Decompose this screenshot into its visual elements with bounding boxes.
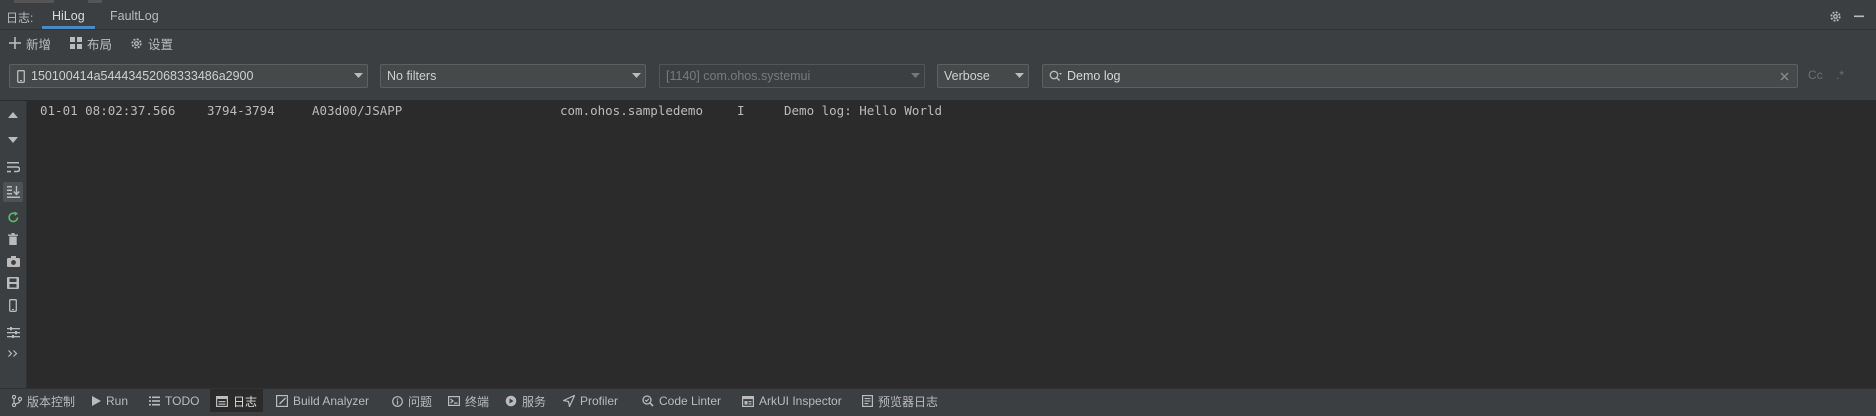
bottom-strip	[0, 412, 1876, 416]
device-icon[interactable]	[3, 295, 23, 315]
filter-select[interactable]: No filters	[380, 64, 646, 88]
list-icon	[149, 396, 160, 406]
bottom-tab-profiler[interactable]: Profiler	[557, 389, 624, 413]
log-tabs-bar: 日志: HiLog FaultLog	[0, 3, 1876, 30]
log-tag: A03d00/JSAPP	[312, 103, 403, 118]
search-icon	[1043, 70, 1063, 82]
bottom-tab-label: 版本控制	[27, 394, 76, 409]
log-output: 01-01 08:02:37.566 3794-3794 A03d00/JSAP…	[27, 101, 1876, 388]
device-select[interactable]: 150100414a54443452068333486a2900	[9, 64, 368, 88]
log-toolbar: 新增 布局 设置	[0, 30, 1876, 56]
save-icon[interactable]	[3, 273, 23, 293]
bottom-tab-build-analyzer[interactable]: Build Analyzer	[270, 389, 375, 413]
log-level-select[interactable]: Verbose	[937, 64, 1029, 88]
log-side-toolbar	[0, 101, 27, 388]
tab-faultlog[interactable]: FaultLog	[98, 3, 171, 29]
run-icon	[92, 396, 101, 406]
log-search-box	[1042, 64, 1798, 88]
log-time: 01-01 08:02:37.566	[40, 103, 176, 118]
layout-button[interactable]: 布局	[70, 33, 112, 53]
code-linter-icon	[642, 395, 654, 407]
bottom-tab-version-control[interactable]: 版本控制	[6, 389, 81, 413]
camera-icon[interactable]	[3, 251, 23, 271]
scroll-to-end-icon[interactable]	[3, 182, 23, 202]
match-case-toggle[interactable]: Cc	[1808, 68, 1823, 82]
bottom-tab-previewer-log[interactable]: 预览器日志	[856, 389, 944, 413]
bottom-tab-label: Build Analyzer	[293, 394, 370, 408]
bottom-tab-label: 日志	[233, 394, 258, 409]
filter-settings-icon[interactable]	[3, 322, 23, 342]
soft-wrap-icon[interactable]	[3, 157, 23, 177]
log-level: I	[737, 103, 745, 118]
process-select[interactable]: [1140] com.ohos.systemui	[659, 64, 925, 88]
plus-icon	[9, 37, 21, 49]
expand-more-icon[interactable]	[3, 343, 23, 363]
log-message: Demo log: Hello World	[784, 103, 943, 118]
log-icon	[216, 395, 228, 407]
build-analyzer-icon	[276, 395, 288, 407]
bottom-tab-label: Profiler	[580, 394, 619, 408]
log-tabs-label: 日志:	[6, 11, 34, 25]
bottom-tab-log[interactable]: 日志	[210, 389, 264, 413]
settings-button-label: 设置	[148, 37, 174, 52]
settings-button[interactable]: 设置	[130, 33, 173, 53]
trash-icon[interactable]	[3, 229, 23, 249]
gear-icon	[131, 37, 142, 49]
bottom-tab-label: TODO	[165, 394, 200, 408]
new-button-label: 新增	[26, 37, 52, 52]
bottom-tab-problems[interactable]: 问题	[386, 389, 438, 413]
tab-hilog[interactable]: HiLog	[40, 3, 97, 29]
chevron-down-icon	[349, 73, 367, 79]
services-icon	[505, 395, 517, 407]
search-input[interactable]	[1063, 69, 1780, 83]
bottom-tab-label: Code Linter	[659, 394, 722, 408]
bottom-tab-todo[interactable]: TODO	[143, 389, 205, 413]
gear-icon[interactable]	[1827, 8, 1843, 24]
bottom-tab-label: 问题	[408, 394, 433, 409]
process-select-value: [1140] com.ohos.systemui	[666, 69, 811, 83]
preview-log-icon	[862, 395, 873, 407]
branch-icon	[12, 395, 22, 407]
bottom-tab-services[interactable]: 服务	[499, 389, 552, 413]
profiler-icon	[563, 395, 575, 407]
info-icon	[392, 395, 403, 407]
grid-icon	[70, 37, 82, 49]
bottom-tab-label: Run	[106, 394, 129, 408]
device-select-value: 150100414a54443452068333486a2900	[31, 69, 254, 83]
chevron-down-icon	[906, 73, 924, 79]
terminal-icon	[448, 396, 460, 406]
bottom-tab-arkui-inspector[interactable]: ArkUI Inspector	[736, 389, 848, 413]
bottom-tab-run[interactable]: Run	[86, 389, 134, 413]
bottom-tab-label: 预览器日志	[878, 394, 939, 409]
new-button[interactable]: 新增	[9, 33, 51, 53]
tab-hilog-label: HiLog	[52, 9, 85, 23]
log-package: com.ohos.sampledemo	[560, 103, 703, 118]
scroll-up-icon[interactable]	[3, 105, 23, 125]
chevron-down-icon	[627, 73, 645, 79]
log-pid: 3794-3794	[207, 103, 275, 118]
inspector-icon	[742, 395, 754, 407]
tab-faultlog-label: FaultLog	[110, 9, 159, 23]
log-line[interactable]: 01-01 08:02:37.566 3794-3794 A03d00/JSAP…	[27, 103, 1827, 121]
scroll-down-icon[interactable]	[3, 130, 23, 150]
bottom-tab-label: ArkUI Inspector	[759, 394, 842, 408]
regex-toggle[interactable]: .*	[1836, 68, 1844, 82]
bottom-tab-label: 服务	[522, 394, 547, 409]
log-level-value: Verbose	[944, 69, 990, 83]
minimize-icon[interactable]	[1851, 8, 1867, 24]
bottom-tab-terminal[interactable]: 终端	[442, 389, 495, 413]
chevron-down-icon	[1010, 73, 1028, 79]
layout-button-label: 布局	[87, 37, 113, 52]
bottom-tab-label: 终端	[465, 394, 490, 409]
tool-window-bar: 版本控制 Run TODO 日志 Build Analyzer 问题 终端 服务…	[0, 388, 1876, 413]
filter-bar: 150100414a54443452068333486a2900 No filt…	[0, 56, 1876, 101]
filter-select-value: No filters	[387, 69, 437, 83]
phone-icon	[10, 69, 25, 83]
restart-icon[interactable]	[3, 207, 23, 227]
bottom-tab-code-linter[interactable]: Code Linter	[636, 389, 727, 413]
clear-icon[interactable]	[1780, 72, 1797, 81]
